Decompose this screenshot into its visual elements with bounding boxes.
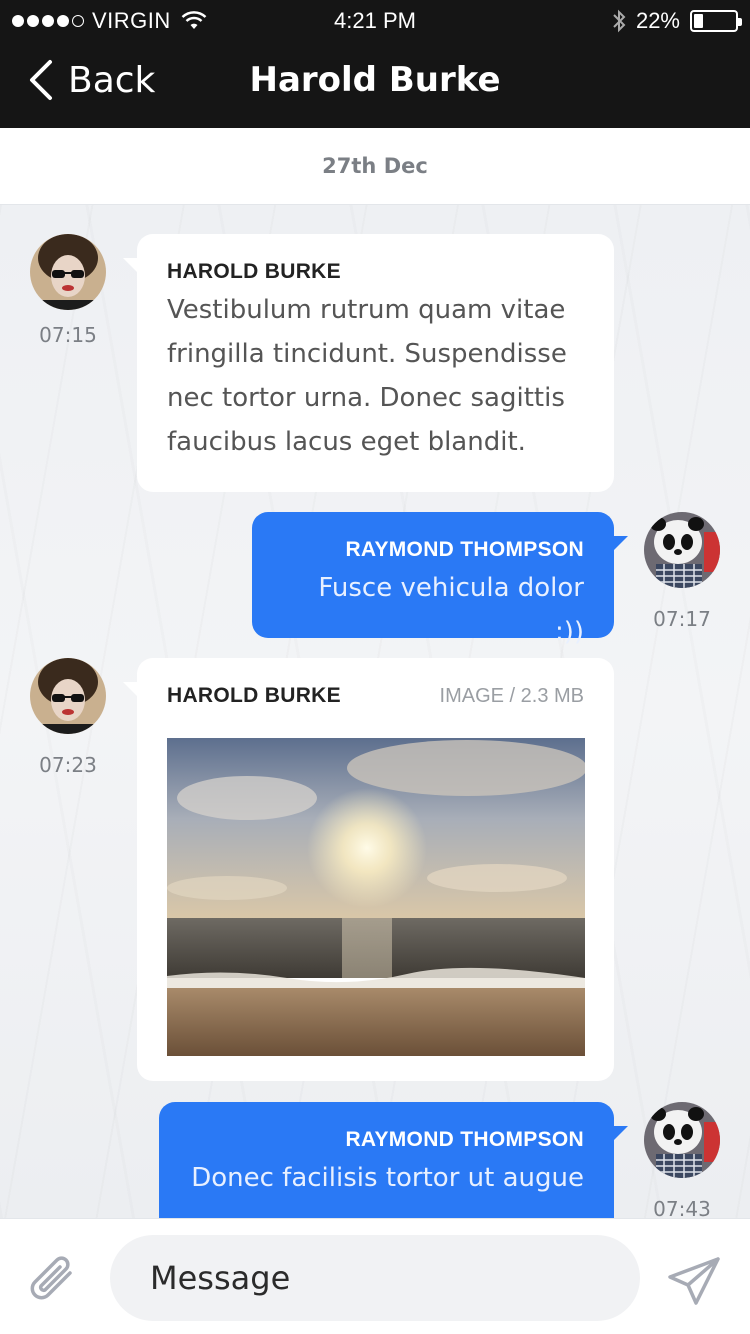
avatar-raymond[interactable] [644, 512, 720, 588]
message-time: 07:17 [653, 607, 711, 631]
page-title: Harold Burke [249, 60, 501, 100]
harold-avatar-image [30, 234, 106, 310]
navigation-bar: Back Harold Burke [0, 40, 750, 128]
message-sender: HAROLD BURKE [167, 684, 341, 707]
battery-percent: 22% [635, 8, 680, 33]
status-right: 22% [612, 8, 742, 34]
date-header: 27th Dec [0, 128, 750, 205]
status-bar: VIRGIN 4:21 PM 22% [0, 0, 750, 40]
attachment-meta: IMAGE / 2.3 MB [439, 684, 584, 707]
message-sender: HAROLD BURKE [167, 260, 341, 283]
avatar-harold[interactable] [30, 658, 106, 734]
avatar-harold[interactable] [30, 234, 106, 310]
chat-area[interactable]: 07:15 HAROLD BURKE Vestibulum rutrum qua… [0, 205, 750, 1218]
message-bubble-outgoing[interactable]: RAYMOND THOMPSON Donec facilisis tortor … [159, 1102, 628, 1218]
message-bubble-incoming[interactable]: HAROLD BURKE Vestibulum rutrum quam vita… [123, 234, 614, 492]
message-time: 07:15 [39, 323, 97, 347]
message-input[interactable] [110, 1235, 640, 1321]
battery-icon [690, 10, 742, 32]
raymond-avatar-image [644, 1102, 720, 1178]
send-icon[interactable] [666, 1255, 722, 1307]
message-text: Fusce vehicula dolor :)) [318, 573, 584, 647]
message-composer [0, 1218, 750, 1334]
message-text: Vestibulum rutrum quam vitae fringilla t… [167, 295, 567, 457]
bluetooth-icon [613, 9, 626, 33]
message-sender: RAYMOND THOMPSON [345, 1128, 584, 1151]
message-text: Donec facilisis tortor ut augue [191, 1163, 584, 1193]
harold-avatar-image [30, 658, 106, 734]
message-time: 07:43 [653, 1197, 711, 1218]
message-bubble-incoming-image[interactable]: HAROLD BURKE IMAGE / 2.3 MB [123, 658, 614, 1081]
message-sender: RAYMOND THOMPSON [345, 538, 584, 561]
avatar-raymond[interactable] [644, 1102, 720, 1178]
message-bubble-outgoing[interactable]: RAYMOND THOMPSON Fusce vehicula dolor :)… [252, 512, 628, 647]
message-time: 07:23 [39, 753, 97, 777]
paperclip-icon[interactable] [26, 1253, 82, 1309]
beach-sunset-image[interactable] [167, 738, 585, 1056]
raymond-avatar-image [644, 512, 720, 588]
